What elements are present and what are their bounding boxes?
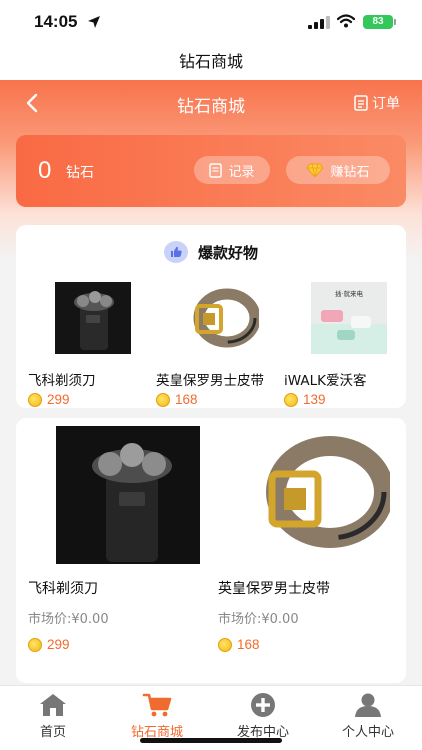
- coin-icon: [156, 392, 170, 407]
- cellular-signal-icon: [308, 16, 330, 29]
- hot-items-title: 爆款好物: [197, 243, 258, 262]
- diamond-unit-label: 钻石: [66, 165, 94, 181]
- page-title: 钻石商城: [0, 44, 422, 80]
- location-arrow-icon: [88, 16, 100, 28]
- tab-profile[interactable]: 个人中心: [323, 692, 413, 740]
- tab-publish[interactable]: 发布中心: [218, 692, 308, 740]
- battery-icon: 83: [363, 15, 393, 29]
- tab-profile-label: 个人中心: [341, 725, 394, 740]
- order-button[interactable]: 订单: [354, 92, 400, 114]
- power-bank-image: 插·就来电: [311, 282, 387, 354]
- coin-icon: [28, 392, 42, 407]
- product-grid: 飞科剃须刀 市场价:¥0.00 299 英皇保罗男士皮带 市场价:¥0.00 1…: [16, 418, 406, 683]
- product-price-row: 299: [28, 637, 208, 652]
- cart-icon: [142, 693, 172, 717]
- power-bank-image-caption: 插·就来电: [335, 289, 364, 298]
- diamond-balance-card: 0 钻石 记录 赚钻石: [16, 135, 406, 207]
- product-price: 299: [47, 637, 70, 652]
- nav-bar: 钻石商城 订单: [0, 80, 422, 126]
- earn-diamonds-button[interactable]: 赚钻石: [286, 156, 390, 184]
- hot-item[interactable]: 英皇保罗男士皮带 168: [156, 282, 280, 407]
- hot-item[interactable]: 飞科剃须刀 299: [28, 282, 152, 407]
- hot-item-name: 飞科剃须刀: [28, 373, 96, 389]
- product-name: 英皇保罗男士皮带: [218, 581, 330, 597]
- product-name: 飞科剃须刀: [28, 581, 98, 597]
- record-button[interactable]: 记录: [194, 156, 270, 184]
- order-label: 订单: [372, 96, 400, 112]
- product-market-price: 市场价:¥0.00: [218, 612, 299, 627]
- product-price-row: 168: [218, 637, 398, 652]
- hot-item-price: 139: [303, 392, 326, 407]
- diamond-count: 0: [38, 157, 52, 184]
- tab-home[interactable]: 首页: [8, 692, 98, 740]
- record-document-icon: [209, 162, 223, 178]
- product-market-price: 市场价:¥0.00: [28, 612, 109, 627]
- tab-diamond-mall[interactable]: 钻石商城: [112, 692, 202, 740]
- hot-item-price: 299: [47, 392, 70, 407]
- belt-image: [183, 282, 261, 354]
- coin-icon: [284, 392, 298, 407]
- battery-tip: [394, 19, 396, 25]
- belt-image: [246, 426, 394, 564]
- hot-item-price: 168: [175, 392, 198, 407]
- tab-home-label: 首页: [39, 725, 66, 740]
- home-icon: [40, 694, 66, 716]
- wifi-icon: [337, 14, 355, 28]
- product-item[interactable]: 英皇保罗男士皮带 市场价:¥0.00 168: [218, 426, 398, 652]
- hot-items-card: 爆款好物 飞科剃须刀 299 英皇保罗男士皮带 168 插·就来电 iWALK爱…: [16, 225, 406, 408]
- home-indicator: [140, 738, 282, 743]
- hot-item-name: 英皇保罗男士皮带: [156, 373, 264, 389]
- earn-label: 赚钻石: [330, 164, 370, 180]
- hot-item-price-row: 139: [284, 392, 408, 407]
- status-time: 14:05: [34, 12, 78, 31]
- shaver-image: [55, 282, 131, 354]
- coin-icon: [218, 637, 232, 652]
- user-icon: [355, 693, 381, 717]
- hot-item-price-row: 299: [28, 392, 152, 407]
- coin-icon: [28, 637, 42, 652]
- hot-items-header: 爆款好物: [16, 241, 406, 263]
- thumbs-up-icon: [163, 241, 188, 263]
- record-label: 记录: [228, 164, 255, 180]
- hot-item[interactable]: 插·就来电 iWALK爱沃客 139: [284, 282, 408, 407]
- hot-item-name: iWALK爱沃客: [284, 373, 367, 389]
- plus-circle-icon: [251, 693, 275, 717]
- hot-item-price-row: 168: [156, 392, 280, 407]
- product-price: 168: [237, 637, 260, 652]
- status-bar: 14:05 83: [0, 0, 422, 44]
- order-document-icon: [354, 95, 368, 111]
- product-item[interactable]: 飞科剃须刀 市场价:¥0.00 299: [28, 426, 208, 652]
- diamond-icon: [306, 163, 325, 178]
- shaver-image: [56, 426, 200, 564]
